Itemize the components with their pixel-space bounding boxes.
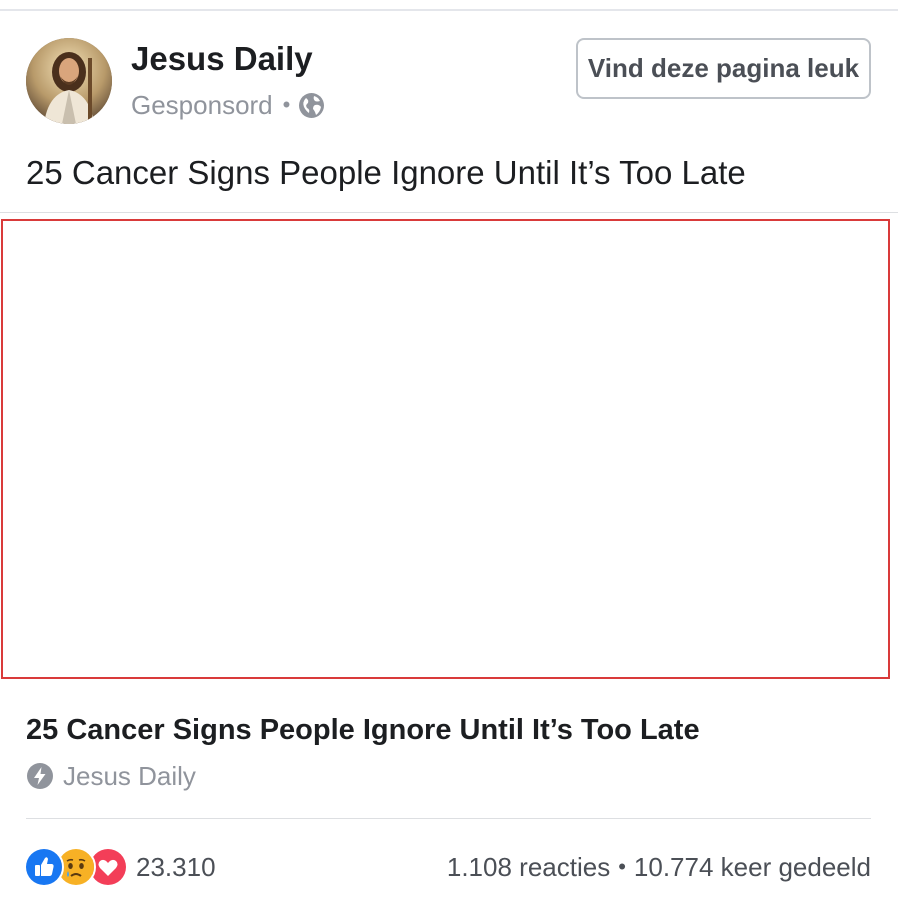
link-source-label: Jesus Daily bbox=[63, 760, 196, 791]
sponsored-label[interactable]: Gesponsord bbox=[131, 90, 273, 121]
like-page-button[interactable]: Vind deze pagina leuk bbox=[576, 38, 871, 99]
meta-separator: • bbox=[282, 92, 291, 117]
post-meta: Gesponsord • bbox=[131, 89, 325, 121]
stats-separator: • bbox=[618, 854, 626, 879]
avatar-image bbox=[26, 38, 112, 124]
media-divider bbox=[0, 212, 898, 213]
page-avatar[interactable] bbox=[26, 38, 112, 124]
globe-icon[interactable] bbox=[298, 92, 325, 119]
shares-count[interactable]: 10.774 keer gedeeld bbox=[634, 852, 871, 883]
top-divider bbox=[0, 9, 898, 11]
comments-count[interactable]: 1.108 reacties bbox=[447, 852, 610, 883]
post-text: 25 Cancer Signs People Ignore Until It’s… bbox=[26, 154, 746, 191]
bolt-icon bbox=[26, 762, 54, 790]
engagement-stats: 1.108 reacties • 10.774 keer gedeeld bbox=[447, 848, 871, 886]
link-preview-image[interactable] bbox=[1, 219, 890, 679]
reaction-count: 23.310 bbox=[136, 851, 216, 882]
reactions-summary[interactable]: 23.310 bbox=[24, 847, 216, 887]
link-preview-source: Jesus Daily bbox=[26, 759, 196, 793]
like-reaction-icon bbox=[24, 847, 64, 887]
bottom-divider bbox=[26, 818, 871, 819]
link-preview-title[interactable]: 25 Cancer Signs People Ignore Until It’s… bbox=[26, 714, 700, 747]
page-name[interactable]: Jesus Daily bbox=[131, 40, 313, 78]
